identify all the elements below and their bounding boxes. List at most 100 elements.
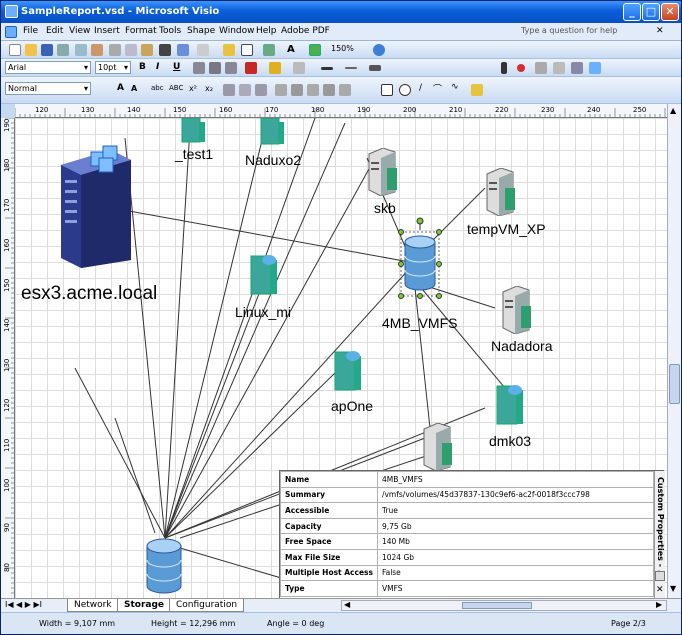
- connector-line[interactable]: [164, 127, 191, 539]
- tab-storage[interactable]: Storage: [117, 599, 172, 612]
- custom-properties-sidebar[interactable]: Custom Properties - ... ✕: [654, 471, 665, 601]
- design-mode-icon[interactable]: [589, 62, 601, 74]
- pin-icon[interactable]: [655, 571, 665, 581]
- fill-color-icon[interactable]: [293, 62, 305, 74]
- vm-test1-server-icon[interactable]: [179, 118, 205, 143]
- vb-editor-icon[interactable]: [553, 62, 565, 74]
- align-top-icon[interactable]: [223, 84, 235, 96]
- bullets-icon[interactable]: [275, 84, 287, 96]
- connector-line[interactable]: [74, 367, 166, 539]
- property-value[interactable]: 9,75 Gb: [376, 517, 655, 535]
- save-icon[interactable]: [41, 44, 53, 56]
- superscript-icon[interactable]: x²: [189, 84, 197, 93]
- decrease-spacing-icon[interactable]: [323, 84, 335, 96]
- menu-format[interactable]: Format: [125, 26, 157, 36]
- tab-network[interactable]: Network: [67, 599, 119, 612]
- horizontal-scrollbar[interactable]: ◀ ▶: [341, 600, 667, 611]
- strikethrough-icon[interactable]: abc: [151, 84, 164, 92]
- vm-dmk03-server-icon[interactable]: [493, 382, 527, 428]
- vm-linux-mi-server-icon[interactable]: [247, 252, 281, 298]
- scroll-up-icon[interactable]: ▲: [670, 106, 676, 115]
- vertical-scrollbar[interactable]: ▲ ▼: [667, 104, 681, 598]
- ellipse-tool-icon[interactable]: [399, 84, 411, 96]
- open-icon[interactable]: [25, 44, 37, 56]
- pencil-tool-icon[interactable]: [471, 84, 483, 96]
- vm-skb-server-icon[interactable]: [365, 148, 399, 196]
- freeform-tool-icon[interactable]: ∿: [451, 82, 459, 92]
- align-middle-icon[interactable]: [239, 84, 251, 96]
- horizontal-ruler[interactable]: 120 130 140 150 160 170 180 190 200 210 220 230 240 2…: [15, 104, 667, 118]
- help-search-input[interactable]: Type a question for help: [521, 26, 651, 39]
- property-row[interactable]: Free Space 140 Mb: [280, 533, 655, 550]
- spelling-icon[interactable]: [91, 44, 103, 56]
- property-value[interactable]: 4MB_VMFS: [376, 471, 655, 488]
- connector-tool-icon[interactable]: [263, 44, 275, 56]
- panel-close-icon[interactable]: ✕: [656, 585, 664, 595]
- increase-spacing-icon[interactable]: [339, 84, 351, 96]
- connector-line[interactable]: [414, 287, 431, 429]
- line-tool-icon[interactable]: /: [419, 83, 422, 93]
- small-caps-icon[interactable]: ABC: [169, 84, 183, 92]
- menu-window[interactable]: Window: [219, 26, 255, 36]
- property-row[interactable]: Summary/vmfs/volumes/45d37837-130c9ef6-a…: [280, 486, 655, 504]
- pointer-tool-icon[interactable]: [241, 44, 253, 56]
- vm-tempvm-xp-server-icon[interactable]: [483, 168, 517, 216]
- play-icon[interactable]: [501, 62, 507, 74]
- stamp-tool-icon[interactable]: [309, 44, 321, 56]
- menu-help[interactable]: Help: [256, 26, 277, 36]
- delete-icon[interactable]: [159, 44, 171, 56]
- connector-line[interactable]: [164, 127, 266, 539]
- vertical-ruler[interactable]: 190 180 170 160 150 140 130 120 110 100 90 80: [1, 118, 15, 598]
- italic-button[interactable]: I: [156, 62, 159, 72]
- undo-icon[interactable]: [177, 44, 189, 56]
- datastore-4mb-vmfs-icon[interactable]: [395, 216, 445, 306]
- record-icon[interactable]: [517, 64, 525, 72]
- line-color-icon[interactable]: [269, 62, 281, 74]
- property-value[interactable]: True: [376, 502, 655, 519]
- property-value[interactable]: False: [376, 564, 655, 582]
- menu-adobe-pdf[interactable]: Adobe PDF: [281, 26, 330, 36]
- menu-view[interactable]: View: [69, 26, 90, 36]
- custom-properties-panel[interactable]: Name 4MB_VMFS Summary/vmfs/volumes/45d3783…: [279, 470, 665, 601]
- vertical-scroll-thumb[interactable]: [669, 364, 680, 404]
- property-row[interactable]: Capacity 9,75 Gb: [280, 517, 655, 535]
- doc-close-icon[interactable]: ✕: [656, 26, 664, 36]
- close-button[interactable]: ✕: [661, 3, 679, 21]
- minimize-button[interactable]: _: [623, 3, 641, 21]
- esx-host-server-icon[interactable]: [51, 140, 141, 270]
- decrease-indent-icon[interactable]: [291, 84, 303, 96]
- vm-apone-server-icon[interactable]: [331, 348, 365, 394]
- align-bottom-icon[interactable]: [255, 84, 267, 96]
- page-nav-buttons[interactable]: I◀ ◀ ▶ ▶I: [5, 600, 42, 609]
- menu-file[interactable]: File: [23, 26, 38, 36]
- vm-nadadora-server-icon[interactable]: [499, 286, 533, 334]
- document-icon[interactable]: [5, 26, 17, 38]
- align-center-icon[interactable]: [209, 62, 221, 74]
- text-tool-icon[interactable]: A: [287, 44, 295, 55]
- scroll-down-icon[interactable]: ▼: [670, 584, 676, 593]
- zoom-combo[interactable]: 150%: [331, 44, 354, 53]
- menu-insert[interactable]: Insert: [94, 26, 120, 36]
- subscript-icon[interactable]: x₂: [205, 84, 213, 93]
- copy-icon[interactable]: [125, 44, 137, 56]
- font-size-combo[interactable]: 10pt: [95, 61, 131, 74]
- property-value[interactable]: /vmfs/volumes/45d37837-130c9ef6-ac2f-001…: [376, 486, 655, 504]
- title-bar[interactable]: SampleReport.vsd - Microsoft Visio _ □ ✕: [1, 1, 681, 23]
- cut-icon[interactable]: [109, 44, 121, 56]
- font-combo[interactable]: Arial: [5, 61, 91, 74]
- property-row[interactable]: Name 4MB_VMFS: [280, 471, 655, 488]
- line-pattern-icon[interactable]: [345, 67, 357, 69]
- align-right-icon[interactable]: [225, 62, 237, 74]
- vm-naduxo2-server-icon[interactable]: [258, 118, 284, 145]
- property-value[interactable]: 1024 Gb: [376, 548, 655, 566]
- line-ends-icon[interactable]: [369, 65, 381, 71]
- maximize-button[interactable]: □: [642, 3, 660, 21]
- menu-edit[interactable]: Edit: [46, 26, 63, 36]
- help-icon[interactable]: [373, 44, 385, 56]
- vm-server-icon[interactable]: [420, 423, 454, 471]
- paste-icon[interactable]: [141, 44, 153, 56]
- align-left-icon[interactable]: [193, 62, 205, 74]
- rectangle-tool-icon[interactable]: [381, 84, 393, 96]
- connector-line[interactable]: [114, 417, 156, 534]
- tab-configuration[interactable]: Configuration: [169, 599, 245, 612]
